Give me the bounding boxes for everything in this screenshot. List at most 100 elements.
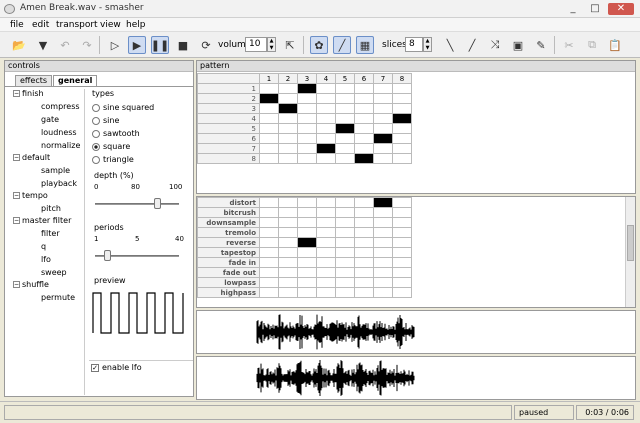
- effect-cell[interactable]: [392, 257, 412, 268]
- tree-item-default[interactable]: − default: [13, 153, 50, 162]
- effect-cell[interactable]: [373, 267, 393, 278]
- tree-item-filter[interactable]: filter: [41, 229, 60, 238]
- effect-cell[interactable]: [278, 287, 298, 298]
- pattern-cell[interactable]: [278, 93, 298, 104]
- effect-cell[interactable]: [278, 237, 298, 248]
- save-icon[interactable]: ▼: [34, 36, 52, 54]
- effect-cell[interactable]: [278, 217, 298, 228]
- diagonal-up-icon[interactable]: ╱: [463, 36, 481, 54]
- pattern-cell[interactable]: [335, 123, 355, 134]
- stop-icon[interactable]: ■: [174, 36, 192, 54]
- pattern-cell[interactable]: [259, 133, 279, 144]
- effect-cell[interactable]: [335, 227, 355, 238]
- pattern-cell[interactable]: [297, 103, 317, 114]
- pattern-cell[interactable]: [373, 113, 393, 124]
- tab-effects[interactable]: effects: [15, 75, 53, 86]
- play-icon[interactable]: ▶: [128, 36, 146, 54]
- type-option-sine-squared[interactable]: sine squared: [92, 103, 154, 112]
- tree-item-permute[interactable]: permute: [41, 293, 75, 302]
- pattern-cell[interactable]: [335, 113, 355, 124]
- effect-cell[interactable]: [278, 197, 298, 208]
- pattern-cell[interactable]: [278, 83, 298, 94]
- pattern-cell[interactable]: [259, 143, 279, 154]
- effect-cell[interactable]: [392, 247, 412, 258]
- tree-item-normalize[interactable]: normalize: [41, 141, 80, 150]
- effect-cell[interactable]: [392, 207, 412, 218]
- pattern-cell[interactable]: [259, 153, 279, 164]
- pattern-cell[interactable]: [354, 133, 374, 144]
- checkbox-icon[interactable]: ✓: [91, 363, 99, 372]
- effect-cell[interactable]: [297, 217, 317, 228]
- pattern-cell[interactable]: [373, 133, 393, 144]
- pattern-cell[interactable]: [354, 143, 374, 154]
- slices-input[interactable]: 8: [405, 37, 423, 52]
- effect-cell[interactable]: [335, 197, 355, 208]
- volume-input[interactable]: 10: [245, 37, 267, 52]
- waveform-channel-right[interactable]: [196, 356, 636, 400]
- effect-cell[interactable]: [392, 227, 412, 238]
- pattern-cell[interactable]: [373, 123, 393, 134]
- pattern-cell[interactable]: [392, 83, 412, 94]
- pattern-cell[interactable]: [392, 143, 412, 154]
- effect-cell[interactable]: [354, 197, 374, 208]
- pattern-cell[interactable]: [335, 103, 355, 114]
- draw-mode-icon[interactable]: ╱: [333, 36, 351, 54]
- effect-cell[interactable]: [259, 207, 279, 218]
- collapse-icon[interactable]: −: [13, 192, 20, 199]
- pattern-cell[interactable]: [278, 113, 298, 124]
- pattern-cell[interactable]: [297, 143, 317, 154]
- effect-cell[interactable]: [316, 207, 336, 218]
- radio-icon[interactable]: [92, 116, 100, 125]
- type-option-square[interactable]: square: [92, 142, 130, 151]
- effect-cell[interactable]: [278, 227, 298, 238]
- effect-cell[interactable]: [354, 267, 374, 278]
- pause-icon[interactable]: ❚❚: [151, 36, 169, 54]
- export-icon[interactable]: ⇱: [281, 36, 299, 54]
- pattern-cell[interactable]: [354, 93, 374, 104]
- type-option-sine[interactable]: sine: [92, 116, 119, 125]
- minimize-button[interactable]: _: [564, 3, 582, 15]
- pattern-cell[interactable]: [297, 83, 317, 94]
- effect-cell[interactable]: [259, 227, 279, 238]
- pattern-cell[interactable]: [354, 103, 374, 114]
- radio-selected-icon[interactable]: [92, 142, 100, 151]
- effect-cell[interactable]: [354, 277, 374, 288]
- effect-cell[interactable]: [373, 227, 393, 238]
- effect-cell[interactable]: [316, 267, 336, 278]
- pattern-cell[interactable]: [354, 123, 374, 134]
- tree-item-master-filter[interactable]: − master filter: [13, 216, 71, 225]
- pattern-cell[interactable]: [392, 103, 412, 114]
- pattern-cell[interactable]: [316, 93, 336, 104]
- periods-slider-handle[interactable]: [104, 250, 111, 261]
- pattern-cell[interactable]: [316, 83, 336, 94]
- pattern-cell[interactable]: [392, 93, 412, 104]
- scrollbar-thumb[interactable]: [627, 225, 634, 261]
- effect-cell[interactable]: [354, 227, 374, 238]
- effect-cell[interactable]: [297, 237, 317, 248]
- open-icon[interactable]: 📂: [10, 36, 28, 54]
- effect-cell[interactable]: [335, 257, 355, 268]
- effect-cell[interactable]: [278, 247, 298, 258]
- effect-cell[interactable]: [335, 287, 355, 298]
- effect-cell[interactable]: [259, 197, 279, 208]
- pattern-cell[interactable]: [373, 103, 393, 114]
- collapse-icon[interactable]: −: [13, 217, 20, 224]
- pattern-cell[interactable]: [392, 153, 412, 164]
- collapse-icon[interactable]: −: [13, 281, 20, 288]
- enable-lfo-checkbox[interactable]: ✓ enable lfo: [91, 363, 142, 372]
- effect-cell[interactable]: [392, 197, 412, 208]
- pattern-cell[interactable]: [278, 153, 298, 164]
- effect-cell[interactable]: [297, 197, 317, 208]
- effect-cell[interactable]: [259, 277, 279, 288]
- redo-icon[interactable]: ↷: [78, 36, 96, 54]
- pattern-cell[interactable]: [278, 103, 298, 114]
- pattern-cell[interactable]: [278, 133, 298, 144]
- effect-cell[interactable]: [335, 267, 355, 278]
- pattern-cell[interactable]: [278, 123, 298, 134]
- effect-cell[interactable]: [316, 257, 336, 268]
- effect-cell[interactable]: [297, 277, 317, 288]
- effects-grid[interactable]: distort bitcrush downsample tremolo reverse t…: [197, 197, 412, 298]
- effect-cell[interactable]: [297, 257, 317, 268]
- tree-item-sample[interactable]: sample: [41, 166, 70, 175]
- radio-icon[interactable]: [92, 155, 100, 164]
